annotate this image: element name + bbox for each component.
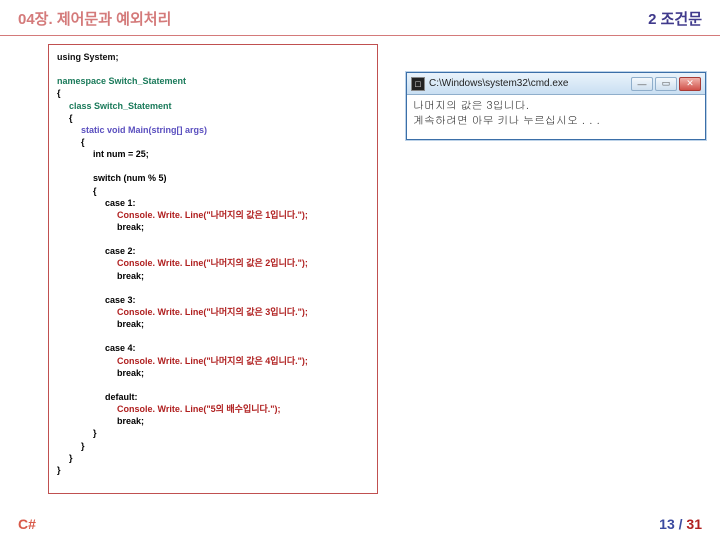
- page-total: 31: [686, 516, 702, 532]
- page-current: 13: [659, 516, 675, 532]
- code-line: case 1:: [57, 197, 369, 209]
- code-line: break;: [57, 367, 369, 379]
- code-line: int num = 25;: [57, 148, 369, 160]
- code-line: break;: [57, 318, 369, 330]
- code-line: class Switch_Statement: [57, 100, 369, 112]
- code-line: Console. Write. Line("나머지의 값은 3입니다.");: [57, 306, 369, 318]
- code-line: Console. Write. Line("나머지의 값은 4입니다.");: [57, 355, 369, 367]
- console-line: 나머지의 값은 3입니다.: [413, 98, 529, 113]
- code-line: break;: [57, 270, 369, 282]
- code-line: {: [57, 112, 369, 124]
- code-line: Console. Write. Line("5의 배수입니다.");: [57, 403, 369, 415]
- code-line: case 2:: [57, 245, 369, 257]
- code-line: case 3:: [57, 294, 369, 306]
- code-line: }: [57, 452, 369, 464]
- code-line: static void Main(string[] args): [57, 124, 369, 136]
- chapter-title: 04장. 제어문과 예외처리: [18, 8, 171, 29]
- maximize-button[interactable]: ▭: [655, 77, 677, 91]
- console-titlebar[interactable]: □ C:\Windows\system32\cmd.exe — ▭ ✕: [407, 73, 705, 95]
- code-line: namespace Switch_Statement: [57, 75, 369, 87]
- code-line: }: [57, 440, 369, 452]
- footer-label: C#: [18, 516, 36, 532]
- code-line: {: [57, 87, 369, 99]
- code-line: }: [57, 427, 369, 439]
- code-line: break;: [57, 221, 369, 233]
- page-number: 13 / 31: [659, 516, 702, 532]
- code-box: using System; namespace Switch_Statement…: [48, 44, 378, 494]
- code-line: {: [57, 136, 369, 148]
- code-line: }: [57, 464, 369, 476]
- minimize-button[interactable]: —: [631, 77, 653, 91]
- console-line: 계속하려면 아무 키나 누르십시오 . . .: [413, 113, 600, 128]
- code-line: default:: [57, 391, 369, 403]
- code-line: Console. Write. Line("나머지의 값은 2입니다.");: [57, 257, 369, 269]
- code-line: Console. Write. Line("나머지의 값은 1입니다.");: [57, 209, 369, 221]
- console-output: 나머지의 값은 3입니다. 계속하려면 아무 키나 누르십시오 . . .: [407, 95, 705, 139]
- code-line: switch (num % 5): [57, 172, 369, 184]
- cmd-icon: □: [411, 77, 425, 91]
- slide-footer: C# 13 / 31: [0, 516, 720, 532]
- section-title: 2 조건문: [648, 8, 702, 29]
- console-title: C:\Windows\system32\cmd.exe: [429, 78, 631, 89]
- code-line: using System;: [57, 51, 369, 63]
- code-line: {: [57, 185, 369, 197]
- code-line: break;: [57, 415, 369, 427]
- console-window: □ C:\Windows\system32\cmd.exe — ▭ ✕ 나머지의…: [406, 72, 706, 140]
- slide-header: 04장. 제어문과 예외처리 2 조건문: [0, 0, 720, 36]
- close-button[interactable]: ✕: [679, 77, 701, 91]
- page-sep: /: [675, 516, 687, 532]
- code-line: case 4:: [57, 342, 369, 354]
